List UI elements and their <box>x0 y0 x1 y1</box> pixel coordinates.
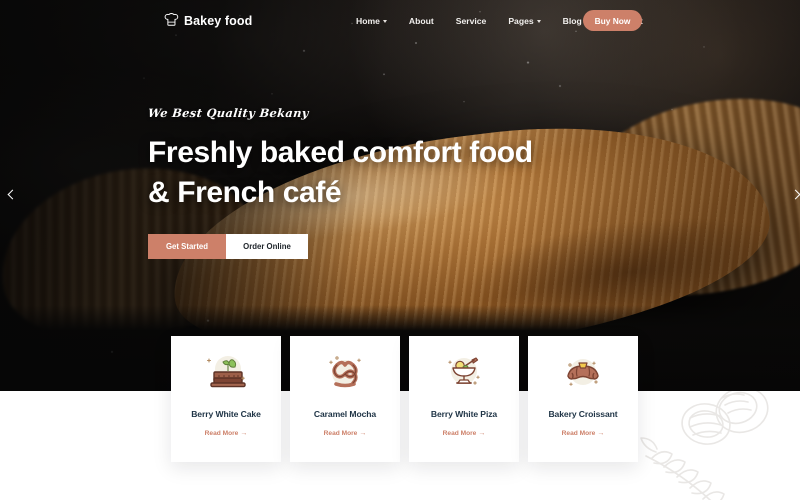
top-navbar: Bakey food Home About Service Pages Blog… <box>0 0 800 41</box>
chef-hat-icon <box>164 13 179 26</box>
feature-card-read-more-link[interactable]: Read More → <box>205 430 248 437</box>
chevron-right-icon <box>790 189 800 199</box>
arrow-right-icon: → <box>359 430 367 437</box>
chevron-down-icon <box>536 19 541 23</box>
hero-eyebrow: We Best Quality Bekany <box>147 106 310 120</box>
chevron-left-icon <box>7 189 17 199</box>
ice-cream-bowl-icon <box>448 357 480 385</box>
brand-logo[interactable]: Bakey food <box>163 13 252 28</box>
hero-cta-group: Get Started Order Online <box>148 234 308 259</box>
croissant-icon <box>567 359 599 386</box>
feature-card-title: Berry White Piza <box>430 409 498 419</box>
feature-card-read-more-link[interactable]: Read More → <box>324 430 367 437</box>
nav-label: Pages <box>508 15 534 26</box>
nav-label: Blog <box>562 15 582 26</box>
bread-and-wheat-watermark-icon <box>640 391 769 500</box>
brand-name: Bakey food <box>184 13 253 28</box>
page-root: Bakey food Home About Service Pages Blog… <box>0 0 800 500</box>
carousel-next-button[interactable] <box>787 186 800 202</box>
hero-title: Freshly baked comfort food & French café <box>148 133 578 212</box>
nav-label: About <box>408 15 434 26</box>
nav-label: Service <box>455 15 487 26</box>
feature-card[interactable]: Caramel Mocha Read More → <box>290 336 400 462</box>
read-more-label: Read More <box>561 430 596 437</box>
nav-label: Home <box>356 15 380 26</box>
chevron-down-icon <box>382 19 387 23</box>
pretzel-icon <box>329 356 361 388</box>
get-started-button[interactable]: Get Started <box>148 234 226 259</box>
feature-card-read-more-link[interactable]: Read More → <box>443 430 486 437</box>
feature-card-read-more-link[interactable]: Read More → <box>562 430 605 437</box>
arrow-right-icon: → <box>478 430 486 437</box>
feature-card[interactable]: Berry White Cake Read More → <box>171 336 281 462</box>
feature-card-title: Caramel Mocha <box>313 409 377 419</box>
hero-title-line-2: & French café <box>148 175 342 209</box>
feature-card[interactable]: Berry White Piza Read More → <box>409 336 519 462</box>
hero-banner: Bakey food Home About Service Pages Blog… <box>0 0 800 391</box>
feature-card-title: Bakery Croissant <box>548 409 618 419</box>
feature-card-title: Berry White Cake <box>191 409 261 419</box>
buy-now-button[interactable]: Buy Now <box>583 10 642 31</box>
read-more-label: Read More <box>442 430 477 437</box>
nav-item-pages[interactable]: Pages <box>497 16 551 26</box>
feature-card[interactable]: Bakery Croissant Read More → <box>528 336 638 462</box>
hero-copy: We Best Quality Bekany Freshly baked com… <box>147 104 578 212</box>
layer-cake-icon <box>206 356 246 388</box>
arrow-right-icon: → <box>597 430 605 437</box>
read-more-label: Read More <box>323 430 358 437</box>
nav-item-home[interactable]: Home <box>345 16 398 26</box>
arrow-right-icon: → <box>240 430 248 437</box>
read-more-label: Read More <box>204 430 239 437</box>
carousel-prev-button[interactable] <box>4 186 20 202</box>
nav-item-service[interactable]: Service <box>445 16 498 26</box>
feature-card-row: Berry White Cake Read More → Caramel Moc… <box>171 336 638 462</box>
nav-item-about[interactable]: About <box>398 16 445 26</box>
hero-title-line-1: Freshly baked comfort food <box>148 136 533 169</box>
order-online-button[interactable]: Order Online <box>226 234 308 259</box>
